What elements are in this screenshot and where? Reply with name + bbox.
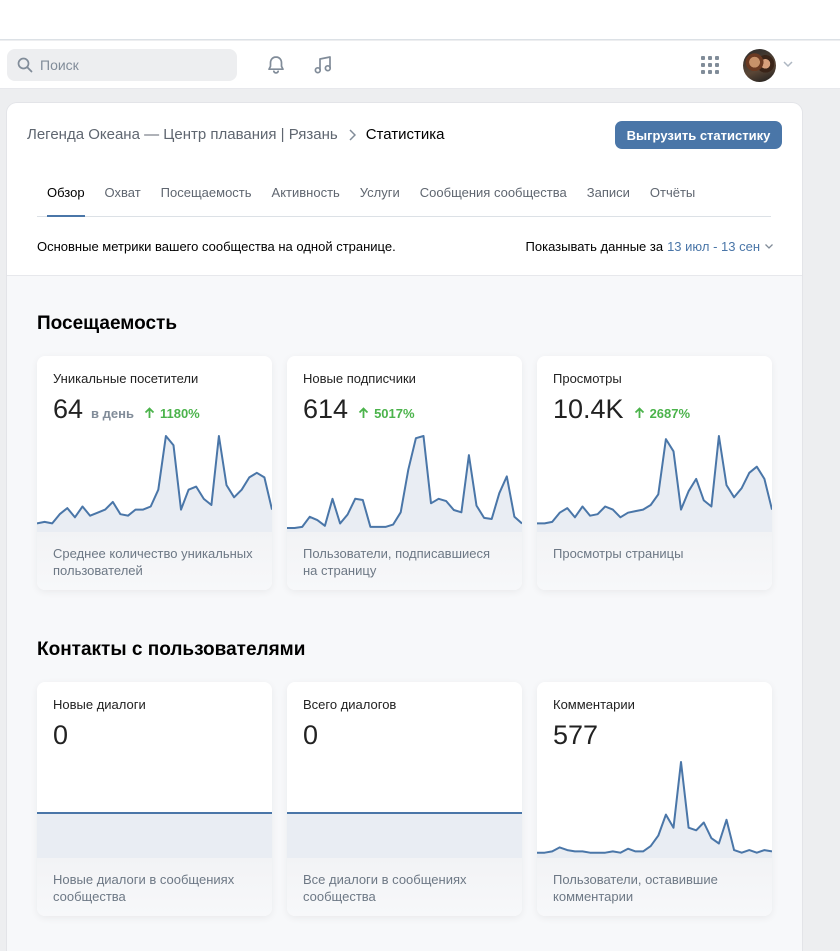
breadcrumb-current: Статистика [365, 126, 445, 143]
chevron-down-icon[interactable] [782, 60, 794, 68]
statistics-card: Легенда Океана — Центр плавания | Рязань… [7, 103, 802, 951]
metric-card[interactable]: Просмотры 10.4K 2687% Просмотры страницы [537, 356, 772, 590]
metric-value: 614 [303, 394, 349, 424]
metric-value-row: 614 5017% [303, 394, 415, 425]
metric-label: Просмотры [553, 371, 622, 386]
arrow-up-icon [634, 407, 644, 418]
sparkline-area [537, 436, 772, 532]
sparkline-area [287, 813, 522, 858]
metric-label: Всего диалогов [303, 697, 397, 712]
search-input[interactable] [40, 57, 210, 73]
metric-description: Все диалоги в сообщениях сообщества [287, 858, 522, 916]
metric-value: 0 [53, 720, 69, 750]
metric-growth: 5017% [358, 406, 415, 421]
tab-2[interactable]: Посещаемость [151, 185, 262, 216]
search-box[interactable] [7, 49, 237, 81]
chevron-down-icon [765, 244, 773, 249]
bell-icon[interactable] [262, 51, 290, 79]
metric-value: 10.4K [553, 394, 624, 424]
metric-label: Комментарии [553, 697, 635, 712]
metric-growth-value: 2687% [649, 406, 691, 421]
chevron-right-icon [349, 128, 356, 141]
page-description: Основные метрики вашего сообщества на од… [37, 239, 396, 254]
stats-tabs: Обзор Охват Посещаемость Активность Услуги Со… [37, 185, 771, 217]
arrow-up-icon [358, 407, 369, 418]
metric-value: 64 [53, 394, 84, 424]
sparkline-line [537, 761, 772, 854]
tab-3[interactable]: Активность [262, 185, 350, 216]
period-label: Показывать данные за [525, 239, 664, 254]
section-title: Посещаемость [37, 313, 178, 334]
breadcrumb-community-link[interactable]: Легенда Океана — Центр плавания | Рязань [27, 126, 338, 143]
browser-top-strip [0, 0, 840, 40]
tab-5[interactable]: Сообщения сообщества [410, 185, 577, 216]
metric-description: Новые диалоги в сообщениях сообщества [37, 858, 272, 916]
metric-sparkline [287, 435, 522, 532]
metric-value: 577 [553, 720, 599, 750]
metric-value-row: 0 [303, 720, 318, 751]
tab-6[interactable]: Записи [577, 185, 640, 216]
apps-grid-icon[interactable] [696, 51, 724, 79]
metric-card[interactable]: Новые диалоги 0 Новые диалоги в сообщениях… [37, 682, 272, 916]
metric-description: Пользователи, оставившие комментарии [537, 858, 772, 916]
metric-value-row: 64 в день 1180% [53, 394, 200, 425]
metric-sparkline [537, 435, 772, 532]
metric-sparkline [37, 812, 272, 858]
metric-unit: в день [91, 406, 134, 421]
metric-sparkline [37, 435, 272, 532]
music-icon[interactable] [309, 51, 337, 79]
tab-1[interactable]: Охват [95, 185, 151, 216]
metric-growth: 2687% [634, 406, 690, 421]
tab-4[interactable]: Услуги [350, 185, 410, 216]
metric-label: Новые подписчики [303, 371, 416, 386]
metric-sparkline [537, 761, 772, 858]
export-statistics-button[interactable]: Выгрузить статистику [615, 121, 782, 149]
tab-7[interactable]: Отчёты [640, 185, 705, 216]
metric-value: 0 [303, 720, 319, 750]
metric-growth-value: 1180% [159, 406, 200, 421]
metric-card[interactable]: Комментарии 577 Пользователи, оставившие к… [537, 682, 772, 916]
metric-value-row: 0 [53, 720, 68, 751]
metric-growth-value: 5017% [374, 406, 415, 421]
top-header [0, 41, 840, 89]
sparkline-area [37, 436, 272, 532]
metric-value-row: 577 [553, 720, 598, 751]
avatar[interactable] [743, 49, 776, 82]
breadcrumb: Легенда Океана — Центр плавания | Рязань… [27, 126, 444, 143]
metric-value-row: 10.4K 2687% [553, 394, 690, 425]
period-selector[interactable]: Показывать данные за 13 июл - 13 сен [526, 239, 774, 254]
section-title: Контакты с пользователями [37, 639, 306, 660]
sparkline-area [37, 813, 272, 858]
metric-card[interactable]: Новые подписчики 614 5017% Пользователи, по… [287, 356, 522, 590]
metric-label: Новые диалоги [53, 697, 146, 712]
arrow-up-icon [144, 407, 155, 418]
tab-0[interactable]: Обзор [37, 185, 95, 217]
metric-sparkline [287, 812, 522, 858]
metric-label: Уникальные посетители [53, 371, 199, 386]
sparkline-area [537, 762, 772, 858]
metric-description: Пользователи, подписавшиеся на страницу [287, 532, 522, 590]
period-range[interactable]: 13 июл - 13 сен [667, 239, 760, 254]
metric-card[interactable]: Уникальные посетители 64 в день 1180% Средне… [37, 356, 272, 590]
metric-card[interactable]: Всего диалогов 0 Все диалоги в сообщениях … [287, 682, 522, 916]
search-icon [17, 57, 33, 73]
metric-description: Среднее количество уникальных пользовате… [37, 532, 272, 590]
statistics-header: Легенда Океана — Центр плавания | Рязань… [7, 103, 802, 276]
metric-growth: 1180% [144, 406, 200, 421]
metric-description: Просмотры страницы [537, 532, 772, 590]
